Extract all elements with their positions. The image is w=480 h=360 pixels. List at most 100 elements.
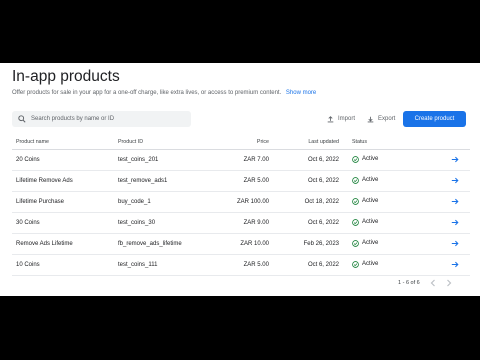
table-row[interactable]: 30 Coins test_coins_30 ZAR 9.00 Oct 6, 2022… <box>12 212 470 234</box>
page-title: In-app products <box>12 68 120 85</box>
cell-product-id: test_coins_111 <box>118 254 210 276</box>
download-icon <box>367 116 374 122</box>
cell-status: Active <box>352 191 440 213</box>
check-circle-icon <box>352 260 359 268</box>
arrow-right-icon <box>451 177 459 183</box>
status-badge: Active <box>352 218 379 226</box>
cell-product-name: Lifetime Remove Ads <box>12 170 118 192</box>
pagination: 1 - 6 of 6 <box>398 279 452 287</box>
cell-product-name: 10 Coins <box>12 254 118 276</box>
status-badge: Active <box>352 260 379 268</box>
table-row[interactable]: 10 Coins test_coins_111 ZAR 5.00 Oct 6, 202… <box>12 254 470 276</box>
cell-price: ZAR 7.00 <box>210 149 269 171</box>
cell-product-id: test_coins_30 <box>118 212 210 234</box>
header-product-name[interactable]: Product name <box>12 135 118 150</box>
import-label: Import <box>338 116 356 122</box>
cell-status: Active <box>352 254 440 276</box>
previous-page-button[interactable] <box>430 279 436 287</box>
table-row[interactable]: Remove Ads Lifetime fb_remove_ads_lifetim… <box>12 233 470 255</box>
cell-spacer <box>269 170 280 192</box>
export-button[interactable]: Export <box>367 113 395 125</box>
products-table: Product name Product ID Price Last updat… <box>12 135 470 276</box>
cell-spacer <box>269 254 280 276</box>
row-open-button[interactable] <box>440 191 470 213</box>
search-placeholder: Search products by name or ID <box>31 116 115 122</box>
cell-spacer <box>339 212 352 234</box>
cell-spacer <box>339 254 352 276</box>
cell-last-updated: Oct 6, 2022 <box>280 254 339 276</box>
status-badge: Active <box>352 155 379 163</box>
header-price[interactable]: Price <box>210 135 269 150</box>
export-label: Export <box>378 116 396 122</box>
cell-spacer <box>269 212 280 234</box>
header-spacer <box>269 135 280 150</box>
cell-product-id: fb_remove_ads_lifetime <box>118 233 210 255</box>
arrow-right-icon <box>451 198 459 204</box>
import-button[interactable]: Import <box>327 113 355 125</box>
cell-last-updated: Feb 26, 2023 <box>280 233 339 255</box>
pagination-range: 1 - 6 of 6 <box>398 280 420 286</box>
status-label: Active <box>362 198 379 204</box>
check-circle-icon <box>352 155 359 163</box>
arrow-right-icon <box>451 261 459 267</box>
cell-spacer <box>339 149 352 171</box>
cell-spacer <box>269 233 280 255</box>
cell-status: Active <box>352 233 440 255</box>
chevron-left-icon <box>430 279 435 287</box>
header-spacer <box>339 135 352 150</box>
row-open-button[interactable] <box>440 170 470 192</box>
cell-status: Active <box>352 149 440 171</box>
cell-product-id: test_remove_ads1 <box>118 170 210 192</box>
check-circle-icon <box>352 218 359 226</box>
status-label: Active <box>362 240 379 246</box>
table-row[interactable]: Lifetime Remove Ads test_remove_ads1 ZAR 5… <box>12 170 470 192</box>
arrow-right-icon <box>451 240 459 246</box>
cell-product-name: Remove Ads Lifetime <box>12 233 118 255</box>
status-label: Active <box>362 156 379 162</box>
check-circle-icon <box>352 239 359 247</box>
cell-last-updated: Oct 6, 2022 <box>280 170 339 192</box>
row-open-button[interactable] <box>440 212 470 234</box>
status-label: Active <box>362 261 379 267</box>
header-status[interactable]: Status <box>352 135 440 150</box>
row-open-button[interactable] <box>440 149 470 171</box>
row-open-button[interactable] <box>440 233 470 255</box>
upload-icon <box>327 115 334 122</box>
cell-spacer <box>339 191 352 213</box>
search-input[interactable]: Search products by name or ID <box>12 111 191 127</box>
status-label: Active <box>362 177 379 183</box>
status-badge: Active <box>352 176 379 184</box>
cell-product-name: Lifetime Purchase <box>12 191 118 213</box>
header-last-updated[interactable]: Last updated <box>280 135 339 150</box>
page-description: Offer products for sale in your app for … <box>12 90 316 96</box>
description-text: Offer products for sale in your app for … <box>12 90 282 96</box>
cell-price: ZAR 5.00 <box>210 254 269 276</box>
next-page-button[interactable] <box>446 279 452 287</box>
cell-last-updated: Oct 6, 2022 <box>280 212 339 234</box>
cell-spacer <box>269 149 280 171</box>
cell-price: ZAR 100.00 <box>210 191 269 213</box>
cell-spacer <box>339 170 352 192</box>
table-row[interactable]: Lifetime Purchase buy_code_1 ZAR 100.00 Oct… <box>12 191 470 213</box>
cell-last-updated: Oct 18, 2022 <box>280 191 339 213</box>
cell-spacer <box>339 233 352 255</box>
status-badge: Active <box>352 197 379 205</box>
cell-product-id: buy_code_1 <box>118 191 210 213</box>
check-circle-icon <box>352 197 359 205</box>
status-badge: Active <box>352 239 379 247</box>
cell-price: ZAR 9.00 <box>210 212 269 234</box>
cell-spacer <box>269 191 280 213</box>
check-circle-icon <box>352 176 359 184</box>
create-product-button[interactable]: Create product <box>403 111 466 127</box>
search-icon <box>16 113 28 125</box>
table-row[interactable]: 20 Coins test_coins_201 ZAR 7.00 Oct 6, 202… <box>12 149 470 171</box>
cell-price: ZAR 5.00 <box>210 170 269 192</box>
show-more-link[interactable]: Show more <box>286 90 316 96</box>
status-label: Active <box>362 219 379 225</box>
arrow-right-icon <box>451 156 459 162</box>
arrow-right-icon <box>451 219 459 225</box>
cell-product-name: 30 Coins <box>12 212 118 234</box>
cell-price: ZAR 10.00 <box>210 233 269 255</box>
row-open-button[interactable] <box>440 254 470 276</box>
header-product-id[interactable]: Product ID <box>118 135 210 150</box>
